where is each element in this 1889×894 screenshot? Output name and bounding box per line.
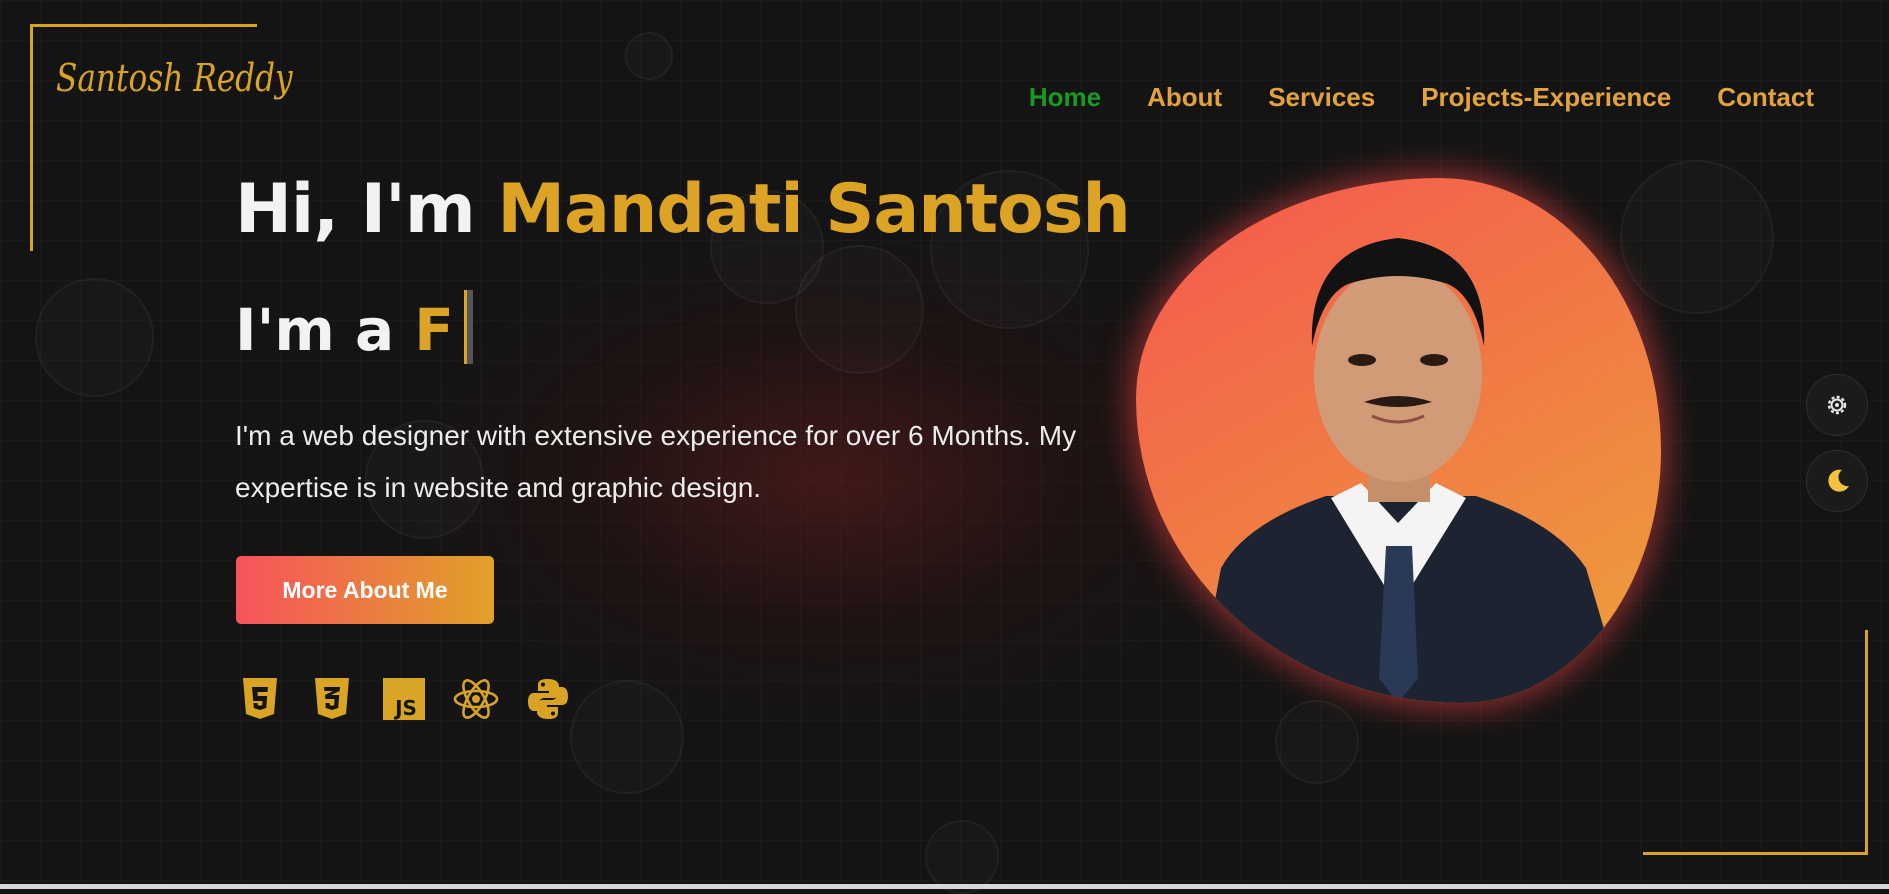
gear-icon <box>1827 395 1847 415</box>
typing-cursor <box>463 290 473 364</box>
hero-title: Hi, I'm Mandati Santosh <box>235 170 1131 249</box>
nav-home[interactable]: Home <box>1029 82 1101 113</box>
bottom-strip <box>0 884 1889 889</box>
hero-role: I'm a F <box>235 290 473 364</box>
python-icon[interactable] <box>523 676 573 722</box>
main-nav: Home About Services Projects-Experience … <box>1029 82 1814 113</box>
hero-greeting: Hi, I'm <box>235 170 498 249</box>
hero-name: Mandati Santosh <box>497 170 1130 249</box>
nav-projects-experience[interactable]: Projects-Experience <box>1421 82 1671 113</box>
hero-role-prefix: I'm a <box>235 296 415 364</box>
bubble <box>35 278 154 397</box>
theme-toggle-button[interactable] <box>1806 450 1868 512</box>
nav-services[interactable]: Services <box>1268 82 1375 113</box>
more-about-me-button[interactable]: More About Me <box>236 556 494 624</box>
portrait-image <box>1196 238 1626 703</box>
html5-icon[interactable] <box>235 676 285 722</box>
portrait-blob <box>1136 178 1661 703</box>
corner-frame-bottom-right <box>1643 630 1868 855</box>
bubble <box>795 245 924 374</box>
hero-role-typed: F <box>414 296 454 364</box>
js-text: JS <box>393 696 417 720</box>
bubble <box>925 820 999 894</box>
settings-button[interactable] <box>1806 374 1868 436</box>
nav-contact[interactable]: Contact <box>1717 82 1814 113</box>
bubble <box>1275 700 1359 784</box>
profile-portrait <box>1136 178 1661 703</box>
nav-about[interactable]: About <box>1147 82 1222 113</box>
css3-icon[interactable] <box>307 676 357 722</box>
react-icon[interactable] <box>451 676 501 722</box>
site-logo[interactable]: Santosh Reddy <box>56 56 293 100</box>
bubble <box>570 680 684 794</box>
javascript-icon[interactable]: JS <box>379 676 429 722</box>
hero-description: I'm a web designer with extensive experi… <box>235 420 1077 503</box>
bubble <box>625 32 673 80</box>
moon-icon <box>1828 469 1849 492</box>
skills-icons: JS <box>235 676 573 722</box>
